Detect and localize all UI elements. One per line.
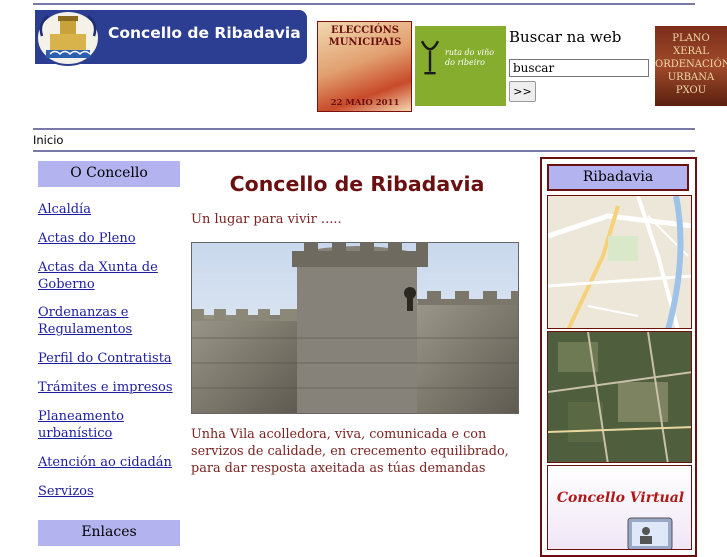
elections-banner[interactable]: ELECCIÓNS MUNICIPAIS 22 MAIO 2011 [317, 21, 412, 112]
elections-date: 22 MAIO 2011 [330, 98, 400, 108]
sidebar-item-alcaldia[interactable]: Alcaldía [38, 201, 188, 218]
concello-virtual-banner[interactable]: Concello Virtual [547, 465, 692, 550]
sidebar-item-perfil-contratista[interactable]: Perfil do Contratista [38, 350, 188, 367]
castle-photo [191, 242, 519, 414]
elections-title: ELECCIÓNS MUNICIPAIS [328, 25, 402, 48]
concello-virtual-label: Concello Virtual [556, 490, 685, 506]
wine-glass-icon [420, 40, 440, 75]
sidebar-item-tramites[interactable]: Trámites e impresos [38, 379, 188, 396]
sidebar-item-servizos[interactable]: Servizos [38, 483, 188, 500]
top-rule [33, 3, 695, 5]
sidebar-heading: O Concello [38, 161, 180, 187]
breadcrumb-rule [33, 150, 695, 152]
page-title: Concello de Ribadavia [229, 172, 485, 196]
castle-photo-image [192, 243, 518, 413]
search-label: Buscar na web [509, 28, 622, 46]
sidebar-item-actas-pleno[interactable]: Actas do Pleno [38, 230, 188, 247]
sidebar-item-actas-xunta[interactable]: Actas da Xunta de Goberno [38, 259, 168, 293]
site-name: Concello de Ribadavia [108, 24, 301, 42]
wine-route-banner[interactable]: ruta do viño do ribeiro [415, 26, 506, 106]
links-heading: Enlaces [38, 520, 180, 546]
tagline: Un lugar para vivir ..... [191, 212, 342, 227]
search-submit-button[interactable]: >> [509, 81, 536, 102]
search-input[interactable] [509, 59, 649, 77]
satellite-map-thumbnail[interactable] [547, 331, 692, 463]
street-map-thumbnail[interactable] [547, 195, 692, 329]
breadcrumb[interactable]: Inicio [33, 133, 63, 147]
urban-plan-text: PLANO XERAL ORDENACIÓN URBANA PXOU [655, 33, 727, 96]
castle-emblem-icon [36, 10, 100, 66]
right-panel-heading: Ribadavia [547, 164, 689, 191]
sidebar-item-atencion[interactable]: Atención ao cidadán [38, 454, 188, 471]
satellite-map-image [548, 332, 691, 462]
wine-route-text: ruta do viño do ribeiro [445, 48, 495, 67]
sidebar-item-planeamento[interactable]: Planeamento urbanístico [38, 408, 138, 442]
header-rule [33, 128, 695, 130]
urban-plan-banner[interactable]: PLANO XERAL ORDENACIÓN URBANA PXOU [655, 26, 727, 106]
description: Unha Vila acolledora, viva, comunicada e… [191, 427, 509, 476]
sidebar-item-ordenanzas[interactable]: Ordenanzas e Regulamentos [38, 304, 148, 338]
street-map-image [548, 196, 691, 328]
